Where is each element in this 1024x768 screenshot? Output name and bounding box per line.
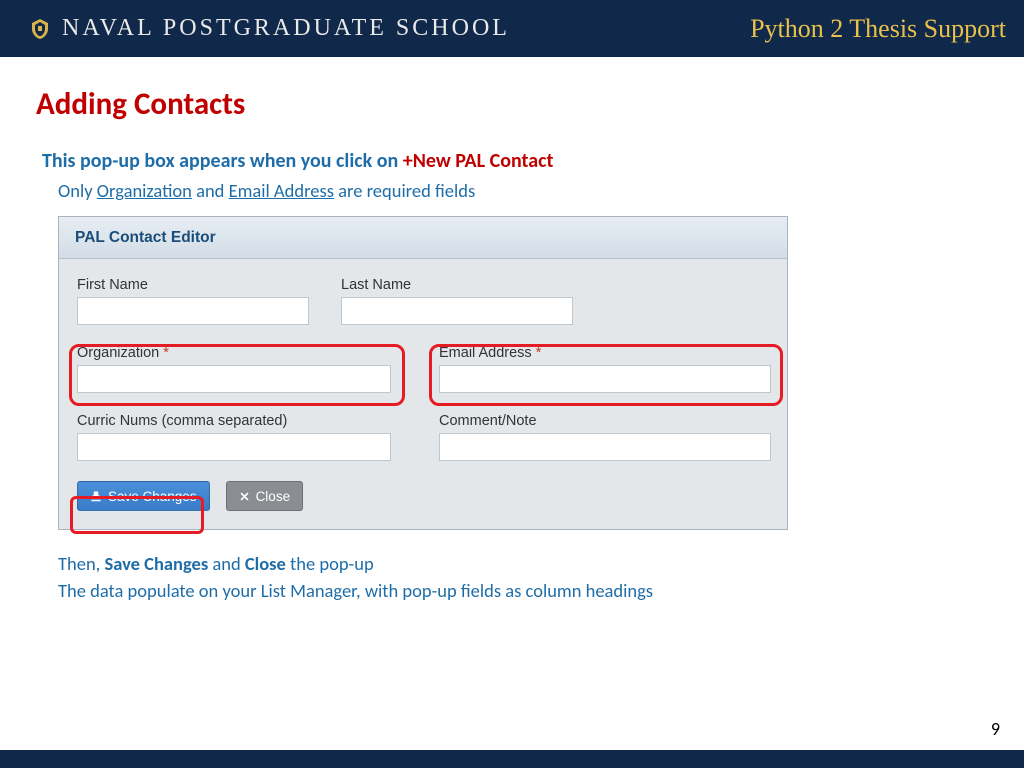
institution-name: NAVAL POSTGRADUATE SCHOOL [62, 15, 510, 42]
save-changes-button[interactable]: Save Changes [77, 481, 210, 511]
dialog-body: First Name Last Name Organization * Emai [59, 259, 787, 529]
required-asterisk: * [536, 345, 542, 361]
header-bar: NAVAL POSTGRADUATE SCHOOL Python 2 Thesi… [0, 0, 1024, 57]
dialog-button-row: Save Changes Close [77, 481, 769, 511]
first-name-input[interactable] [77, 297, 309, 325]
curric-field-group: Curric Nums (comma separated) [77, 413, 391, 461]
save-icon [90, 490, 102, 502]
page-title: Adding Contacts [36, 85, 992, 123]
save-button-label: Save Changes [108, 489, 197, 504]
instruction-prefix: This pop-up box appears when you click o… [42, 149, 403, 173]
close-icon [239, 491, 250, 502]
footer-bar [0, 750, 1024, 768]
curric-label: Curric Nums (comma separated) [77, 413, 391, 429]
dialog-title: PAL Contact Editor [75, 229, 216, 247]
course-title: Python 2 Thesis Support [750, 14, 1006, 44]
instruction-heading: This pop-up box appears when you click o… [42, 149, 992, 173]
note-populate: The data populate on your List Manager, … [58, 579, 992, 602]
comment-field-group: Comment/Note [439, 413, 771, 461]
last-name-label: Last Name [341, 277, 573, 293]
comment-label: Comment/Note [439, 413, 771, 429]
slide: NAVAL POSTGRADUATE SCHOOL Python 2 Thesi… [0, 0, 1024, 768]
email-field-group: Email Address * [439, 345, 771, 393]
instruction-action: +New PAL Contact [403, 149, 554, 173]
close-button[interactable]: Close [226, 481, 304, 511]
last-name-input[interactable] [341, 297, 573, 325]
comment-input[interactable] [439, 433, 771, 461]
school-crest-icon [28, 17, 52, 41]
pal-contact-editor-dialog: PAL Contact Editor First Name Last Name [58, 216, 788, 530]
instruction-notes: Then, Save Changes and Close the pop-up … [58, 552, 992, 602]
close-button-label: Close [256, 489, 291, 504]
required-asterisk: * [163, 345, 169, 361]
curric-input[interactable] [77, 433, 391, 461]
email-input[interactable] [439, 365, 771, 393]
first-name-label: First Name [77, 277, 309, 293]
first-name-field-group: First Name [77, 277, 309, 325]
last-name-field-group: Last Name [341, 277, 573, 325]
organization-label: Organization * [77, 345, 391, 361]
dialog-title-bar: PAL Contact Editor [59, 217, 787, 259]
page-number: 9 [991, 718, 1000, 740]
required-field-org: Organization [97, 179, 192, 202]
organization-input[interactable] [77, 365, 391, 393]
required-field-email: Email Address [229, 179, 334, 202]
email-label: Email Address * [439, 345, 771, 361]
note-save-close: Then, Save Changes and Close the pop-up [58, 552, 992, 575]
organization-field-group: Organization * [77, 345, 391, 393]
slide-content: Adding Contacts This pop-up box appears … [0, 57, 1024, 750]
instruction-required-fields: Only Organization and Email Address are … [58, 179, 992, 202]
